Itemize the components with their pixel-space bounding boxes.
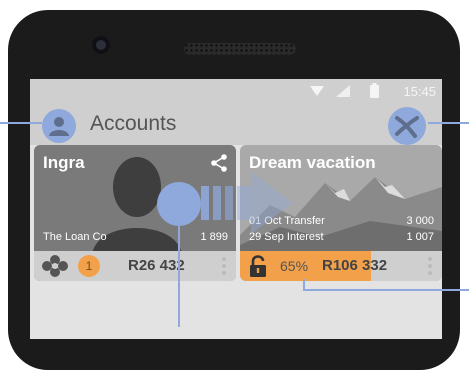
status-time: 15:45 (403, 84, 436, 99)
wifi-icon (310, 86, 324, 96)
card-title: Dream vacation (249, 153, 376, 172)
touch-point-indicator (157, 182, 201, 226)
balance-amount: R26 432 (128, 257, 185, 274)
progress-percent: 65% (280, 258, 309, 274)
callout-line-avatar (0, 122, 42, 124)
callout-line-touch (178, 226, 180, 327)
battery-icon (370, 83, 379, 98)
close-button[interactable] (388, 107, 426, 145)
card-footer: 65% R106 332 (240, 251, 442, 281)
callout-line-close (428, 122, 469, 124)
loan-label: The Loan Co (43, 231, 107, 243)
close-x-icon (395, 116, 419, 138)
kebab-icon[interactable] (222, 257, 226, 275)
avatar-button[interactable] (42, 109, 76, 143)
notification-badge[interactable]: 1 (78, 255, 100, 277)
status-bar: 15:45 (30, 79, 442, 105)
app-bar: Accounts (30, 105, 442, 145)
speaker-grille (184, 43, 296, 55)
swipe-arrow-icon (201, 172, 293, 234)
transaction-value: 3 000 (406, 215, 434, 227)
card-footer: 1 R26 432 (34, 251, 236, 281)
signal-icon (336, 85, 350, 97)
kebab-icon[interactable] (428, 257, 432, 275)
lock-open-icon[interactable] (248, 254, 268, 278)
card-title: Ingra (43, 153, 85, 172)
transaction-value: 1 007 (406, 231, 434, 243)
camera-icon (92, 36, 110, 54)
avatar-person-icon (49, 117, 69, 136)
balance-amount: R106 332 (322, 257, 388, 274)
flower-icon (42, 255, 68, 277)
callout-line-progress-h (303, 289, 469, 291)
share-icon[interactable] (210, 154, 228, 172)
page-title: Accounts (90, 112, 177, 135)
